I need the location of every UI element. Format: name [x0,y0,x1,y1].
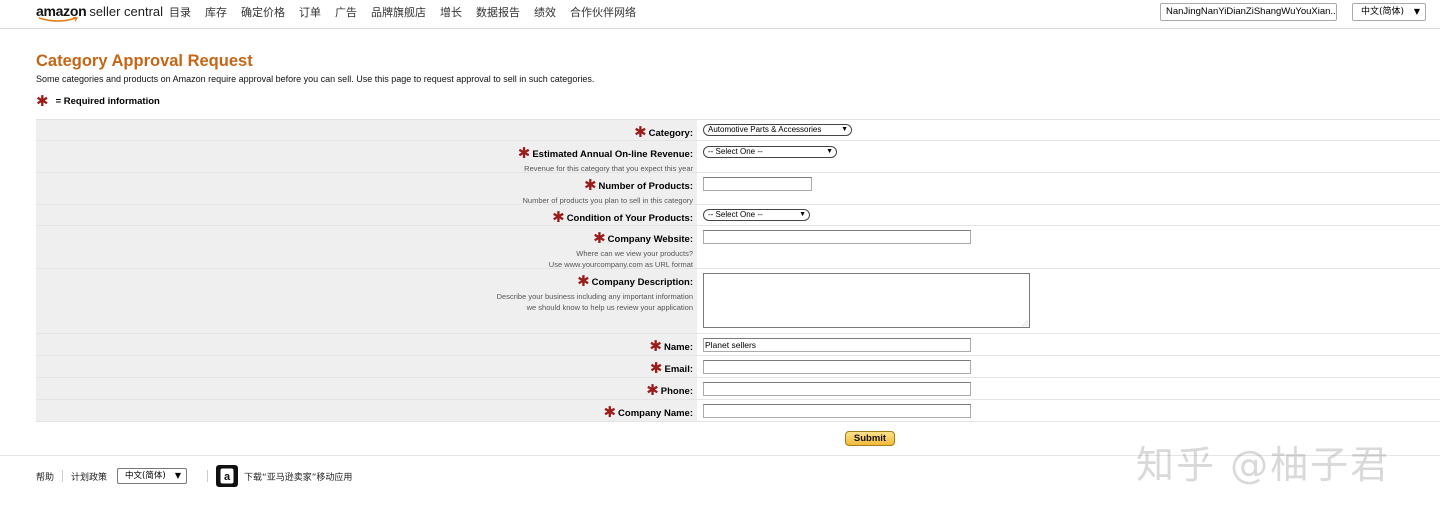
category-label: Category: [648,127,693,139]
condition-select[interactable]: -- Select One -- ▼ [703,209,810,221]
description-textarea[interactable] [703,273,1030,328]
required-note-text: = Required information [55,96,160,107]
website-input[interactable] [703,230,971,244]
revenue-label: Estimated Annual On-line Revenue: [532,148,693,160]
footer-policies-link[interactable]: 计划政策 [71,470,107,483]
nav-inventory[interactable]: 库存 [205,6,227,19]
chevron-down-icon: ▼ [841,126,848,133]
row-condition: ✱ Condition of Your Products: -- Select O… [36,205,1440,226]
svg-text:a: a [224,471,231,483]
footer-separator [207,470,209,482]
phone-input[interactable] [703,382,971,396]
products-label: Number of Products: [598,180,693,192]
category-select[interactable]: Automotive Parts & Accessories ▼ [703,124,852,136]
required-star-icon: ✱ [593,230,606,247]
page-title: Category Approval Request [36,52,253,70]
submit-button[interactable]: Submit [845,431,895,446]
required-star-icon: ✱ [646,382,659,399]
account-switcher[interactable]: NanJingNanYiDianZiShangWuYouXian... [1160,3,1337,21]
amazon-smile-icon [38,17,78,22]
revenue-select[interactable]: -- Select One -- ▼ [703,146,837,158]
nav-growth[interactable]: 增长 [440,6,462,19]
products-input[interactable] [703,177,812,191]
chevron-down-icon: ▼ [174,471,182,480]
required-star-icon: ✱ [603,404,617,421]
footer-separator [62,470,64,482]
name-input[interactable]: Planet sellers [703,338,971,352]
resize-grip-icon[interactable] [1022,320,1028,326]
download-app-link[interactable]: 下载“亚马逊卖家”移动应用 [244,470,352,483]
chevron-down-icon: ▼ [826,148,833,155]
required-note: ✱ = Required information [36,92,160,110]
chevron-down-icon: ▼ [799,211,806,218]
required-star-icon: ✱ [36,92,49,110]
required-star-icon: ✱ [583,177,597,194]
main-nav: 目录 库存 确定价格 订单 广告 品牌旗舰店 增长 数据报告 绩效 合作伙伴网络 [169,6,650,19]
required-star-icon: ✱ [577,273,590,290]
nav-reports[interactable]: 数据报告 [476,6,520,19]
required-star-icon: ✱ [552,209,565,226]
phone-label: Phone: [660,385,693,397]
row-description: ✱ Company Description: Describe your busin… [36,269,1440,334]
category-approval-form: ✱ Category: Automotive Parts & Accessorie… [36,119,1440,422]
nav-partner-network[interactable]: 合作伙伴网络 [570,6,636,19]
nav-performance[interactable]: 绩效 [534,6,556,19]
nav-stores[interactable]: 品牌旗舰店 [371,6,426,19]
page-description: Some categories and products on Amazon r… [36,74,595,84]
email-input[interactable] [703,360,971,374]
required-star-icon: ✱ [517,145,531,162]
seller-central-logo[interactable]: amazon seller central [36,3,163,23]
footer-help-link[interactable]: 帮助 [36,470,54,483]
row-phone: ✱ Phone: [36,378,1440,400]
language-select-top[interactable]: 中文(简体) ▼ [1352,3,1426,21]
description-label: Company Description: [591,276,693,288]
required-star-icon: ✱ [649,360,663,377]
footer: 帮助 计划政策 中文(简体) ▼ a 下载“亚马逊卖家”移动应用 [36,465,352,487]
required-star-icon: ✱ [649,338,662,355]
nav-catalog[interactable]: 目录 [169,6,191,19]
amazon-app-glyph-icon: a [220,468,234,484]
row-products: ✱ Number of Products: Number of products y… [36,173,1440,205]
website-label: Company Website: [607,233,693,245]
nav-advertising[interactable]: 广告 [335,6,357,19]
website-hint-1: Where can we view your products? [576,249,693,258]
amazon-app-icon[interactable]: a [216,465,239,487]
nav-pricing[interactable]: 确定价格 [241,6,285,19]
company-name-input[interactable] [703,404,971,418]
company-name-label: Company Name: [618,407,693,419]
top-nav-bar: amazon seller central 目录 库存 确定价格 订单 广告 品… [0,0,1440,29]
row-revenue: ✱ Estimated Annual On-line Revenue: Revenu… [36,141,1440,173]
chevron-down-icon: ▼ [1413,7,1420,16]
row-company-name: ✱ Company Name: [36,400,1440,422]
zhihu-watermark: 知乎 @柚子君 [1136,443,1391,487]
row-website: ✱ Company Website: Where can we view your … [36,226,1440,269]
logo-seller-central-text: seller central [89,4,164,19]
required-star-icon: ✱ [634,124,647,141]
description-hint-2: we should know to help us review your ap… [526,303,693,312]
name-label: Name: [663,341,693,353]
language-select-top-value: 中文(简体) [1361,7,1405,17]
nav-orders[interactable]: 订单 [299,6,321,19]
description-hint-1: Describe your business including any imp… [496,292,693,301]
row-category: ✱ Category: Automotive Parts & Accessorie… [36,120,1440,141]
email-label: Email: [664,363,693,375]
row-email: ✱ Email: [36,356,1440,378]
row-name: ✱ Name: Planet sellers [36,334,1440,356]
language-select-footer[interactable]: 中文(简体) ▼ [117,468,188,484]
condition-label: Condition of Your Products: [566,212,693,224]
